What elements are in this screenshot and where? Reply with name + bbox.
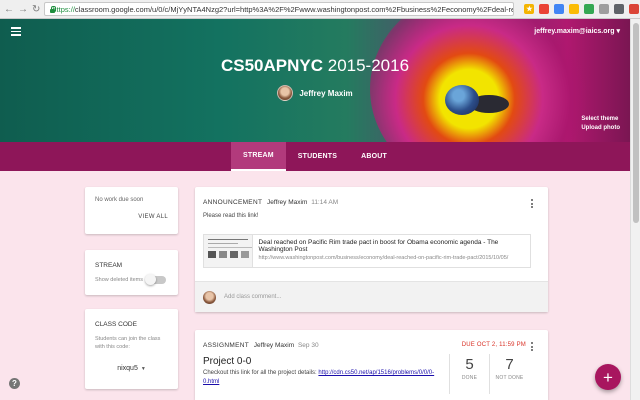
extension-blue-icon[interactable] [554,4,565,14]
address-bar[interactable]: https://classroom.google.com/u/0/c/MjYyN… [44,2,515,16]
hamburger-menu-icon[interactable] [11,27,21,38]
class-tabs: STREAM STUDENTS ABOUT [0,142,630,171]
show-deleted-label: Show deleted items [95,277,143,283]
not-done-count: 7 [505,356,514,373]
page-scrollbar[interactable] [630,19,640,400]
teacher-avatar [277,85,294,101]
help-icon[interactable]: ? [9,378,20,389]
done-label: DONE [461,375,478,381]
upload-photo-link[interactable]: Upload photo [581,124,620,133]
no-work-text: No work due soon [95,197,144,203]
due-date: DUE OCT 2, 11:59 PM [461,342,526,348]
scrollbar-thumb[interactable] [633,23,639,223]
teacher-info: Jeffrey Maxim [0,85,630,101]
post-kind: ASSIGNMENT [203,342,249,349]
extension-icons: ★ ≡ [524,4,640,14]
post-author: Jeffrey Maxim [267,199,308,206]
extension-yellow-icon[interactable] [569,4,580,14]
post-kind: ANNOUNCEMENT [203,199,263,206]
class-header-banner: jeffrey.maxim@iaics.org ▾ CS50APNYC 2015… [0,19,630,142]
teacher-name: Jeffrey Maxim [299,88,353,98]
commenter-avatar [203,291,216,304]
class-year: 2015-2016 [327,56,410,75]
announcement-body: Please read this link! [203,213,259,219]
class-code-card: CLASS CODE Students can join the class w… [85,309,178,389]
tab-about[interactable]: ABOUT [349,142,399,171]
bookmark-star-icon[interactable]: ★ [524,4,535,14]
account-switcher[interactable]: jeffrey.maxim@iaics.org ▾ [534,27,620,35]
class-code-text: nixqu5 [117,365,138,372]
theme-links: Select theme Upload photo [581,115,620,133]
post-time: 11:14 AM [311,199,339,206]
assignment-header: ASSIGNMENT Jeffrey Maxim Sep 30 [203,342,319,349]
browser-toolbar: ← → ↻ https://classroom.google.com/u/0/c… [0,0,640,19]
tab-stream[interactable]: STREAM [231,142,286,171]
extension-gray-icon[interactable] [599,4,610,14]
assignment-description: Checkout this link for all the project d… [203,369,443,387]
class-title: CS50APNYC 2015-2016 [0,56,630,76]
select-theme-link[interactable]: Select theme [581,115,620,124]
assignment-card: ASSIGNMENT Jeffrey Maxim Sep 30 DUE OCT … [195,330,548,400]
done-count: 5 [465,356,474,373]
reload-icon[interactable]: ↻ [32,3,40,15]
description-text: Checkout this link for all the project d… [203,370,317,376]
extension-green-icon[interactable] [584,4,595,14]
view-all-link[interactable]: VIEW ALL [138,214,168,220]
announcement-header: ANNOUNCEMENT Jeffrey Maxim 11:14 AM [203,199,338,206]
extension-red-icon[interactable] [539,4,550,14]
more-vert-icon[interactable] [531,199,534,210]
class-name: CS50APNYC [220,56,323,75]
stream-heading: STREAM [95,262,123,269]
forward-icon[interactable]: → [18,3,28,15]
submission-stats: 5 DONE 7 NOT DONE [449,354,529,394]
extension-dark-icon[interactable] [614,4,625,14]
url-text: classroom.google.com/u/0/c/MjYyNTA4Nzg2?… [74,4,513,14]
add-comment-input[interactable]: Add class comment... [224,294,281,300]
add-icon[interactable]: + [595,364,621,390]
link-title: Deal reached on Pacific Rim trade pact i… [258,239,499,253]
announcement-card: ANNOUNCEMENT Jeffrey Maxim 11:14 AM Plea… [195,187,548,312]
done-stat[interactable]: 5 DONE [449,354,489,394]
chevron-down-icon: ▼ [140,366,146,372]
link-url: http://www.washingtonpost.com/business/e… [258,255,509,261]
comment-bar: Add class comment... [195,281,548,312]
class-code-value[interactable]: nixqu5 ▼ [85,365,178,372]
back-icon[interactable]: ← [4,3,14,15]
assignment-title[interactable]: Project 0-0 [203,356,251,367]
link-attachment[interactable]: Deal reached on Pacific Rim trade pact i… [203,234,531,268]
account-email: jeffrey.maxim@iaics.org [534,28,615,35]
post-author: Jeffrey Maxim [253,342,295,349]
extension-red-2-icon[interactable] [629,4,640,14]
not-done-stat[interactable]: 7 NOT DONE [489,354,529,394]
show-deleted-toggle[interactable] [145,274,166,285]
tab-students[interactable]: STUDENTS [286,142,349,171]
not-done-label: NOT DONE [495,375,524,381]
more-vert-icon[interactable] [531,342,534,353]
upcoming-work-card: No work due soon VIEW ALL [85,187,178,234]
class-code-help: Students can join the class with this co… [95,336,161,350]
post-date: Sep 30 [297,342,319,349]
stream-settings-card: STREAM Show deleted items [85,250,178,295]
link-thumbnail [204,235,253,267]
class-code-heading: CLASS CODE [95,321,137,328]
